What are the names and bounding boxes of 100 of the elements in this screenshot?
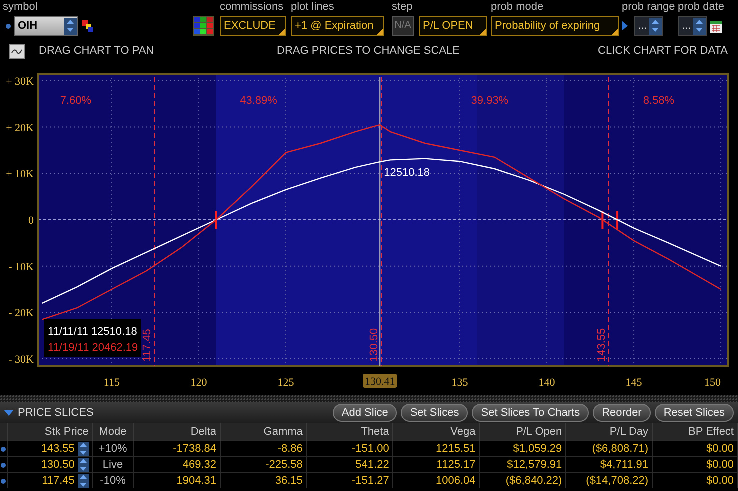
- x-axis-label: 115: [104, 377, 120, 389]
- prob-date-field[interactable]: ...: [678, 16, 707, 36]
- hint-text: DRAG PRICES TO CHANGE SCALE: [277, 45, 460, 57]
- prob-date-label: prob date: [678, 0, 724, 15]
- probability-label: 8.58%: [643, 95, 675, 107]
- pl-mode-dropdown[interactable]: P/L OPEN: [419, 16, 487, 36]
- y-axis-label: - 30K: [8, 354, 34, 366]
- table-cell: 541.22: [306, 456, 393, 472]
- table-cell: -10%: [92, 472, 134, 488]
- commissions-dropdown[interactable]: EXCLUDE: [220, 16, 286, 36]
- x-axis-label: 145: [626, 377, 642, 389]
- step-label: step: [392, 0, 413, 15]
- y-axis-label: + 10K: [6, 168, 34, 181]
- slice-button[interactable]: Reset Slices: [654, 404, 734, 422]
- hint-text: DRAG CHART TO PAN: [39, 45, 156, 57]
- table-cell: Live: [92, 456, 134, 472]
- status-dot: [6, 24, 11, 28]
- spinner-icon[interactable]: [693, 18, 706, 34]
- table-cell: 1904.31: [134, 472, 220, 488]
- table-cell: 469.32: [134, 456, 220, 472]
- y-axis-label: 0: [28, 215, 34, 227]
- current-price-tag[interactable]: 130.41: [363, 374, 398, 388]
- table-cell: 130.50: [41, 458, 75, 470]
- y-axis-label: + 30K: [6, 76, 34, 88]
- x-axis-label: 150: [704, 377, 722, 389]
- spinner-icon[interactable]: [78, 474, 89, 488]
- hint-text: CLICK CHART FOR DATA: [598, 45, 728, 57]
- row-handle-icon[interactable]: [1, 478, 6, 484]
- x-axis-label: 140: [538, 377, 556, 389]
- table-cell: ($14,708.22): [566, 472, 652, 488]
- collapse-icon[interactable]: [4, 408, 14, 416]
- column-header[interactable]: Vega: [392, 423, 480, 440]
- column-header[interactable]: P/L Day: [566, 423, 652, 440]
- curve-value-label: 12510.18: [384, 167, 430, 180]
- table-cell: $1,059.29: [479, 440, 566, 456]
- color-icon[interactable]: [82, 20, 93, 32]
- commissions-label: commissions: [220, 0, 284, 15]
- table-cell: -8.86: [220, 440, 306, 456]
- slice-price-label: 117.45: [142, 329, 154, 362]
- prob-mode-dropdown[interactable]: Probability of expiring: [491, 16, 619, 36]
- probability-label: 39.93%: [471, 95, 509, 107]
- probability-label: 43.89%: [240, 95, 278, 107]
- column-header[interactable]: BP Effect: [652, 423, 738, 440]
- slice-button[interactable]: Add Slice: [332, 404, 398, 422]
- breakeven-marker: [616, 211, 619, 229]
- table-cell: ($6,840.22): [479, 472, 566, 488]
- slice-price-label: 130.50: [368, 328, 381, 362]
- table-cell: ($6,808.71): [566, 440, 652, 456]
- probability-label: 7.60%: [60, 95, 92, 107]
- slice-button[interactable]: Set Slices: [401, 404, 468, 422]
- plot-lines-label: plot lines: [291, 0, 334, 15]
- row-handle-icon[interactable]: [1, 446, 6, 452]
- table-cell: $0.00: [652, 440, 738, 456]
- play-icon[interactable]: [622, 21, 628, 31]
- spinner-icon[interactable]: [78, 458, 89, 472]
- y-axis-label: - 10K: [8, 261, 34, 274]
- column-header[interactable]: Delta: [134, 423, 220, 440]
- prob-range-field[interactable]: ...: [634, 16, 663, 36]
- section-title: PRICE SLICES: [18, 406, 94, 418]
- plot-lines-dropdown[interactable]: +1 @ Expiration: [291, 16, 384, 36]
- row-handle-icon[interactable]: [1, 462, 6, 468]
- table-cell: 143.55: [41, 442, 75, 454]
- slice-line[interactable]: [608, 76, 610, 366]
- table-cell: +10%: [92, 440, 134, 456]
- column-header[interactable]: Mode: [92, 423, 134, 440]
- table-cell: -151.00: [306, 440, 393, 456]
- table-cell: $0.00: [652, 456, 738, 472]
- slice-line[interactable]: [154, 76, 156, 366]
- slice-price-label: 143.55: [596, 328, 608, 362]
- table-cell: -1738.84: [134, 440, 220, 456]
- table-cell: $0.00: [652, 472, 738, 488]
- slice-line[interactable]: [381, 76, 382, 366]
- chart-icon[interactable]: [9, 44, 25, 58]
- symbol-field[interactable]: OIH: [14, 16, 78, 36]
- table-cell: $12,579.91: [479, 456, 566, 472]
- legend-entry: 11/19/11 20462.19: [48, 342, 138, 354]
- slice-button[interactable]: Reorder: [593, 404, 651, 422]
- column-header[interactable]: Stk Price: [7, 423, 92, 440]
- prob-range-label: prob range: [622, 0, 676, 15]
- grip-bar[interactable]: [0, 395, 738, 402]
- y-axis-label: - 20K: [8, 308, 34, 320]
- table-cell: -151.27: [306, 472, 393, 488]
- column-header[interactable]: P/L Open: [479, 423, 566, 440]
- calendar-icon[interactable]: [710, 20, 722, 32]
- table-cell: 1125.17: [392, 456, 480, 472]
- breakeven-marker: [215, 211, 218, 229]
- x-axis-label: 125: [278, 377, 294, 389]
- table-cell: -225.58: [220, 456, 306, 472]
- color-grid-icon[interactable]: [193, 16, 214, 36]
- spinner-icon[interactable]: [649, 18, 662, 34]
- slice-button[interactable]: Set Slices To Charts: [472, 404, 590, 422]
- table-cell: 1215.51: [392, 440, 480, 456]
- symbol-label: symbol: [3, 0, 38, 15]
- table-cell: 1006.04: [392, 472, 480, 488]
- breakeven-marker: [602, 211, 604, 229]
- x-axis-label: 120: [190, 377, 208, 389]
- column-header[interactable]: Gamma: [220, 423, 306, 440]
- spinner-icon[interactable]: [64, 18, 77, 34]
- column-header[interactable]: Theta: [306, 423, 393, 440]
- spinner-icon[interactable]: [78, 442, 89, 456]
